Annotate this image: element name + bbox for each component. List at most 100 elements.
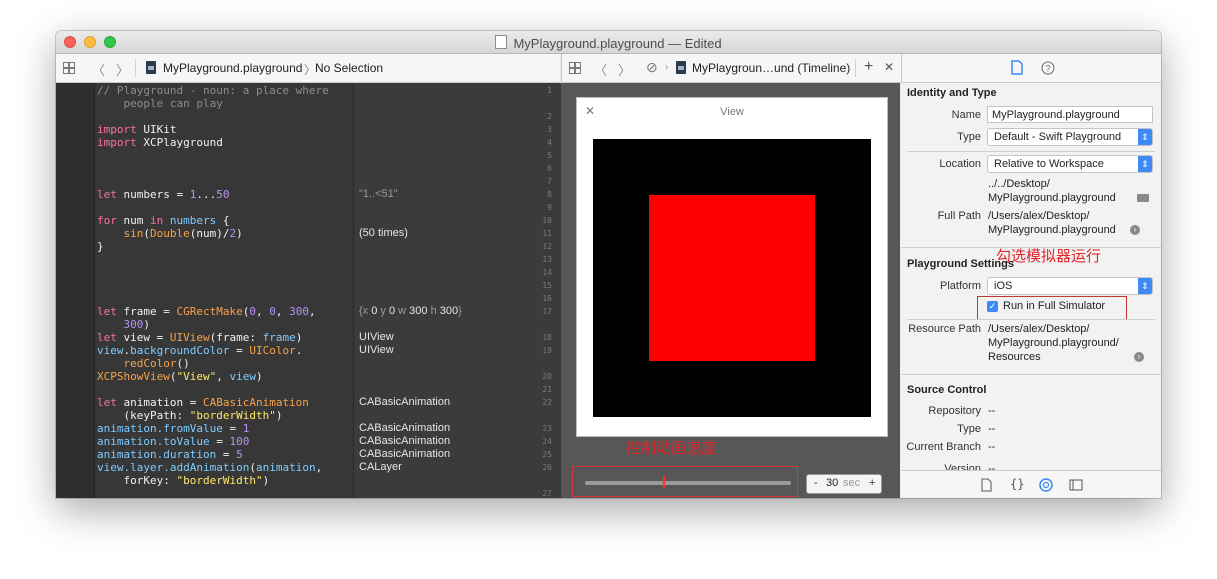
- duration-stepper[interactable]: - 30 sec +: [806, 474, 882, 494]
- playground-settings-heading: Playground Settings: [907, 258, 1014, 270]
- quick-help-icon[interactable]: ?: [1041, 61, 1055, 75]
- current-branch-value: --: [988, 441, 996, 453]
- code-line-4: import XCPlayground: [97, 136, 223, 149]
- line-number: 15: [542, 281, 552, 290]
- result-line-22[interactable]: CABasicAnimation: [359, 396, 450, 408]
- repository-label: Repository: [928, 405, 981, 417]
- back-chevron-icon[interactable]: 〈: [92, 60, 105, 79]
- location-value: Relative to Workspace: [994, 158, 1104, 170]
- code-line-17-continued: 300): [97, 318, 150, 331]
- timeline-file[interactable]: MyPlaygroun…und (Timeline): [692, 61, 850, 75]
- run-full-simulator-checkbox[interactable]: ✓: [987, 301, 998, 312]
- result-line-11[interactable]: (50 times): [359, 227, 408, 239]
- name-field[interactable]: MyPlayground.playground: [987, 106, 1153, 123]
- timeline-slider-track[interactable]: [585, 481, 791, 485]
- reveal-arrow-icon[interactable]: ›: [1130, 225, 1140, 235]
- code-line-23: animation.fromValue = 1: [97, 422, 250, 435]
- line-number: 9: [547, 203, 552, 212]
- result-line-8[interactable]: "1..<51": [359, 188, 398, 200]
- divider: [855, 59, 856, 77]
- resource-path-label: Resource Path: [908, 323, 981, 335]
- chevron-right-icon: ›: [665, 62, 669, 73]
- code-line-10: for num in numbers {: [97, 214, 230, 227]
- editor-jump-bar: 〈 〉 MyPlayground.playground 〉 No Selecti…: [56, 54, 560, 83]
- location-popup[interactable]: Relative to Workspace ⇕: [987, 155, 1153, 173]
- result-line-18[interactable]: UIView: [359, 331, 394, 343]
- line-number: 8: [547, 190, 552, 199]
- result-line-19[interactable]: UIView: [359, 344, 394, 356]
- file-inspector-icon[interactable]: [1011, 60, 1023, 75]
- code-line-26: view.layer.addAnimation(animation,: [97, 461, 323, 474]
- line-number: 3: [547, 125, 552, 134]
- result-line-25[interactable]: CABasicAnimation: [359, 448, 450, 460]
- folder-icon[interactable]: [1137, 194, 1149, 202]
- line-number: 1: [547, 86, 552, 95]
- speed-annotation: 控制动画速度: [626, 439, 717, 457]
- library-tab-bar: {}: [901, 470, 1161, 498]
- line-number: 20: [542, 372, 552, 381]
- file-template-icon[interactable]: [981, 478, 992, 492]
- code-line-22-continued: (keyPath: "borderWidth"): [97, 409, 283, 422]
- sc-type-value: --: [988, 423, 996, 435]
- code-line-20: XCPShowView("View", view): [97, 370, 263, 383]
- type-popup[interactable]: Default - Swift Playground ⇕: [987, 128, 1153, 146]
- jumpbar-file[interactable]: MyPlayground.playground: [163, 61, 302, 75]
- popup-arrow-icon: ⇕: [1138, 129, 1152, 145]
- assistant-jump-bar: 〈 〉 ⊘ › MyPlaygroun…und (Timeline) + ✕: [561, 54, 901, 83]
- divider: [135, 59, 136, 77]
- line-number: 11: [542, 229, 552, 238]
- related-items-grid-icon[interactable]: [569, 62, 581, 74]
- related-items-grid-icon[interactable]: [63, 62, 75, 74]
- close-editor-button[interactable]: ✕: [884, 60, 894, 74]
- code-line-3: import UIKit: [97, 123, 177, 136]
- code-line-26-continued: forKey: "borderWidth"): [97, 474, 270, 487]
- jumpbar-selection[interactable]: No Selection: [315, 61, 383, 75]
- object-library-icon[interactable]: [1039, 478, 1053, 492]
- divider: [901, 374, 1161, 375]
- document-icon: [495, 35, 508, 49]
- platform-popup[interactable]: iOS ⇕: [987, 277, 1153, 295]
- media-library-icon[interactable]: [1069, 479, 1083, 491]
- line-number-gutter: [56, 83, 95, 498]
- stepper-value[interactable]: 30: [826, 477, 838, 489]
- window-title: MyPlayground.playground — Edited: [56, 35, 1161, 51]
- code-snippet-icon[interactable]: {}: [1010, 477, 1024, 491]
- window-title-text: MyPlayground.playground — Edited: [513, 36, 722, 51]
- svg-text:?: ?: [1045, 64, 1050, 74]
- line-number: 13: [542, 255, 552, 264]
- code-line-12: }: [97, 240, 104, 253]
- line-number: 27: [542, 489, 552, 498]
- divider: [907, 151, 1155, 152]
- timeline-assistant: ✕ View 控制动画速度 - 30 sec +: [561, 83, 900, 498]
- stepper-decrement[interactable]: -: [814, 477, 818, 489]
- popup-arrow-icon: ⇕: [1138, 278, 1152, 294]
- result-line-17[interactable]: {x 0 y 0 w 300 h 300}: [359, 305, 462, 317]
- title-bar: MyPlayground.playground — Edited: [56, 31, 1161, 54]
- reveal-arrow-icon[interactable]: ›: [1134, 352, 1144, 362]
- assistant-mode-icon[interactable]: ⊘: [646, 59, 658, 76]
- forward-chevron-icon[interactable]: 〉: [618, 60, 631, 79]
- forward-chevron-icon[interactable]: 〉: [116, 60, 129, 79]
- current-branch-label: Current Branch: [906, 441, 981, 453]
- resource-path-line1: /Users/alex/Desktop/: [988, 323, 1090, 335]
- source-editor[interactable]: 1 2 3 4 5 6 7 8 9 10 11 12 13 14 15 16 1…: [56, 83, 561, 498]
- add-editor-button[interactable]: +: [864, 58, 873, 76]
- code-line-24: animation.toValue = 100: [97, 435, 250, 448]
- name-label: Name: [951, 109, 981, 121]
- relative-path-line2: MyPlayground.playground: [988, 192, 1116, 204]
- live-view-card: ✕ View: [576, 97, 888, 437]
- relative-path-line1: ../../Desktop/: [988, 178, 1050, 190]
- run-full-simulator-label[interactable]: Run in Full Simulator: [1003, 300, 1105, 312]
- code-line-22: let animation = CABasicAnimation: [97, 396, 309, 409]
- result-line-26[interactable]: CALayer: [359, 461, 402, 473]
- result-line-23[interactable]: CABasicAnimation: [359, 422, 450, 434]
- playground-file-icon: [676, 61, 686, 74]
- stepper-unit: sec: [843, 477, 861, 489]
- stepper-increment[interactable]: +: [869, 477, 875, 489]
- red-view: [649, 195, 815, 361]
- timeline-slider-thumb[interactable]: [663, 476, 666, 488]
- code-line-17: let frame = CGRectMake(0, 0, 300,: [97, 305, 316, 318]
- back-chevron-icon[interactable]: 〈: [594, 60, 607, 79]
- result-line-24[interactable]: CABasicAnimation: [359, 435, 450, 447]
- platform-label: Platform: [940, 280, 981, 292]
